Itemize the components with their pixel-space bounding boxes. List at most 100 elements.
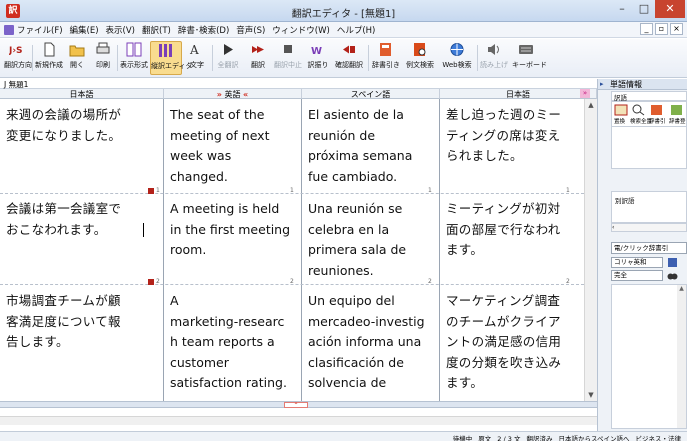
- menu-view[interactable]: 表示(V): [106, 24, 135, 36]
- source-cell-1[interactable]: 来週の会議の場所が 変更になりました。: [6, 105, 121, 146]
- source-cell-2[interactable]: 会議は第一会議室で おこなわれます。: [6, 199, 121, 240]
- sentence-marker-icon: [148, 279, 154, 285]
- column-header-spanish: スペイン語: [302, 89, 440, 99]
- register-icon[interactable]: [670, 104, 684, 116]
- click-lookup-checkbox[interactable]: 電/クリック辞書引: [611, 242, 687, 254]
- menu-translate[interactable]: 翻訳(T): [142, 24, 171, 36]
- font-button[interactable]: A 文字: [186, 41, 208, 75]
- replace-icon[interactable]: [614, 104, 628, 116]
- status-bar: 待機中 原文 2 / 3 文 翻訳済み 日本語からスペイン語へ ビジネス・法律: [0, 431, 687, 441]
- word-info-tools: 置換 検索全置 辞書引 辞書登: [611, 101, 687, 127]
- vertical-editor-button[interactable]: 縦訳エディタ: [150, 41, 193, 75]
- back-translation-cell-1[interactable]: 差し迫った週のミー ティングの席は変え られました。: [446, 105, 561, 167]
- print-icon: [96, 42, 110, 54]
- open-button[interactable]: 開く: [66, 41, 88, 75]
- svg-text:W: W: [311, 46, 322, 57]
- pane-splitter[interactable]: ⌃: [0, 401, 597, 409]
- read-aloud-button[interactable]: 読み上げ: [480, 41, 508, 75]
- new-document-icon: [44, 42, 55, 57]
- status-field: ビジネス・法律: [635, 435, 682, 441]
- dictionary-lookup-icon: [380, 43, 391, 56]
- spanish-cell-2[interactable]: Una reunión se celebra en la primera sal…: [308, 199, 406, 281]
- keyboard-button[interactable]: キーボード: [512, 41, 547, 75]
- status-state: 待機中: [452, 435, 473, 441]
- display-format-button[interactable]: 表示形式: [120, 41, 148, 75]
- ruby-translation-button[interactable]: W 訳振り: [306, 41, 330, 75]
- ruby-translation-icon: W: [311, 46, 322, 57]
- horizontal-scrollbar[interactable]: [0, 416, 597, 425]
- close-button[interactable]: ✕: [655, 0, 685, 18]
- sentence-number: 1: [290, 187, 294, 194]
- dictionary-lookup-button[interactable]: 辞書引き: [372, 41, 400, 75]
- translate-all-icon: [224, 44, 233, 55]
- sentence-number: 2: [566, 278, 570, 285]
- word-info-pane: ▸ 単語情報 訳語 置換 検索全置 辞書引 辞書登 別訳語 ‹ 電/クリック辞書…: [597, 79, 687, 431]
- back-translation-cell-2[interactable]: ミーティングが初対 面の部屋で行なわれ ます。: [446, 199, 561, 261]
- verify-translation-icon: [343, 45, 355, 54]
- translation-list: [611, 127, 687, 169]
- scroll-down-icon[interactable]: ▼: [585, 389, 597, 401]
- menu-bar: ファイル(F) 編集(E) 表示(V) 翻訳(T) 辞書･検索(D) 音声(S)…: [0, 22, 687, 38]
- menu-help[interactable]: ヘルプ(H): [337, 24, 376, 36]
- translation-direction-button[interactable]: J›S 翻訳方向: [4, 41, 32, 75]
- sentence-number: 2: [156, 278, 160, 285]
- web-search-icon: [450, 43, 464, 56]
- menu-window[interactable]: ウィンドウ(W): [272, 24, 330, 36]
- stop-translation-button[interactable]: 翻訳中止: [274, 41, 302, 75]
- print-button[interactable]: 印刷: [92, 41, 114, 75]
- spanish-cell-3[interactable]: Un equipo del mercadeo-investig ación in…: [308, 291, 425, 394]
- verify-translation-button[interactable]: 確認翻訳: [334, 41, 364, 75]
- back-translation-cell-3[interactable]: マーケティング調査 のチームがクライア ントの満足感の信用 度の分類を吹き込み …: [446, 291, 561, 394]
- scroll-up-icon[interactable]: ▲: [585, 99, 597, 111]
- minimize-button[interactable]: –: [611, 0, 633, 18]
- binoculars-icon[interactable]: [667, 270, 678, 281]
- example-search-icon: [414, 43, 426, 56]
- vertical-scrollbar[interactable]: ▲ ▼: [584, 99, 597, 401]
- direction-icon: J›S: [9, 46, 23, 56]
- spanish-cell-1[interactable]: El asiento de la reunión de próxima sema…: [308, 105, 412, 187]
- column-arrow-right[interactable]: «: [243, 90, 248, 99]
- status-sentence: 2 / 3 文: [497, 435, 521, 441]
- vertical-editor-icon: [159, 44, 172, 57]
- dictionary-icon[interactable]: [650, 104, 664, 116]
- dictionary-select[interactable]: コリャ英和: [611, 257, 663, 268]
- column-arrow-left[interactable]: »: [217, 90, 222, 99]
- expand-pane-icon[interactable]: ▸: [600, 80, 604, 88]
- word-info-title: ▸ 単語情報: [598, 79, 687, 90]
- menu-voice[interactable]: 音声(S): [236, 24, 265, 36]
- menu-file[interactable]: ファイル(F): [17, 24, 63, 36]
- column-switch-button[interactable]: »: [580, 89, 590, 98]
- sentence-number: 1: [156, 187, 160, 194]
- document-menu-icon[interactable]: [4, 25, 14, 35]
- search-all-icon[interactable]: [631, 104, 645, 116]
- english-cell-2[interactable]: A meeting is held in the first meeting r…: [170, 199, 290, 261]
- pane-horizontal-scrollbar[interactable]: ‹: [611, 223, 687, 232]
- translate-all-button[interactable]: 全翻訳: [216, 41, 240, 75]
- source-cell-3[interactable]: 市場調査チームが顧 客満足度について報 告します。: [6, 291, 121, 353]
- svg-text:A: A: [189, 43, 199, 57]
- english-cell-1[interactable]: The seat of the meeting of next week was…: [170, 105, 269, 187]
- title-bar: 訳 翻訳エディタ - [無題1] – □ ✕: [0, 0, 687, 22]
- example-search-button[interactable]: 例文検索: [404, 41, 436, 75]
- column-header-english: » 英語 «: [164, 89, 302, 99]
- dictionary-settings-icon[interactable]: [667, 257, 678, 268]
- match-mode-select[interactable]: 完全: [611, 270, 663, 281]
- maximize-button[interactable]: □: [633, 0, 655, 18]
- toolbar: J›S 翻訳方向 新規作成 開く 印刷 表示形式 縦訳エディタ A 文字 全翻訳…: [0, 39, 687, 78]
- mdi-close-button[interactable]: ×: [670, 23, 683, 35]
- mdi-minimize-button[interactable]: _: [640, 23, 653, 35]
- open-folder-icon: [69, 45, 85, 57]
- sentence-number: 2: [428, 278, 432, 285]
- document-tab-strip: J 無題1: [0, 79, 610, 89]
- menu-dictionary-search[interactable]: 辞書･検索(D): [178, 24, 229, 36]
- translate-button[interactable]: 翻訳: [246, 41, 270, 75]
- column-header-japanese: 日本語: [0, 89, 164, 99]
- menu-edit[interactable]: 編集(E): [70, 24, 99, 36]
- english-cell-3[interactable]: A marketing-researc h team reports a cus…: [170, 291, 287, 394]
- text-caret: [143, 223, 144, 237]
- new-document-button[interactable]: 新規作成: [35, 41, 63, 75]
- mdi-restore-button[interactable]: ▫: [655, 23, 668, 35]
- web-search-button[interactable]: Web検索: [440, 41, 474, 75]
- status-direction: 日本語からスペイン語へ: [558, 435, 630, 441]
- results-scrollbar[interactable]: ▲: [677, 285, 686, 428]
